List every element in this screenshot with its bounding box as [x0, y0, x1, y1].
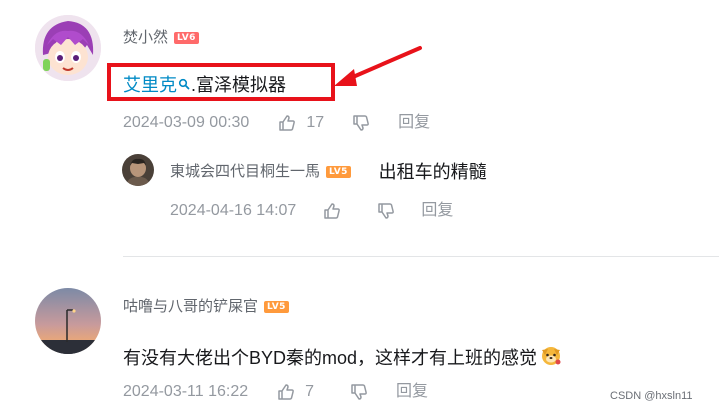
- watermark: CSDN @hxsln11: [607, 389, 696, 403]
- reply-button[interactable]: 回复: [421, 201, 453, 221]
- reply-text: 出租车的精髓: [378, 162, 487, 182]
- comment-text: 有没有大佬出个BYD秦的mod，这样才有上班的感觉: [123, 348, 538, 368]
- reply-button[interactable]: 回复: [396, 382, 428, 402]
- avatar[interactable]: [35, 15, 101, 81]
- level-badge: LV5: [326, 166, 351, 178]
- dislike-icon[interactable]: [350, 383, 368, 401]
- dislike-icon[interactable]: [377, 202, 395, 220]
- dislike-icon[interactable]: [352, 114, 370, 132]
- timestamp: 2024-03-09 00:30: [123, 114, 250, 131]
- avatar[interactable]: [35, 288, 101, 354]
- level-badge: LV6: [174, 32, 199, 44]
- username[interactable]: 咕噜与八哥的铲屎官: [123, 297, 258, 317]
- highlight-box: [107, 63, 335, 101]
- like-icon[interactable]: [323, 202, 341, 220]
- username[interactable]: 焚小然: [123, 28, 168, 48]
- like-count: 7: [305, 383, 315, 400]
- like-icon[interactable]: [277, 383, 295, 401]
- like-count: 17: [306, 114, 325, 131]
- reply-button[interactable]: 回复: [398, 113, 430, 133]
- timestamp: 2024-03-11 16:22: [123, 383, 249, 400]
- dog-emoji-icon: [539, 343, 563, 373]
- divider: [123, 256, 719, 257]
- arrow-annotation: [334, 46, 422, 86]
- level-badge: LV5: [264, 301, 289, 313]
- like-icon[interactable]: [278, 114, 296, 132]
- avatar[interactable]: [122, 154, 154, 186]
- timestamp: 2024-04-16 14:07: [170, 202, 297, 219]
- username[interactable]: 東城会四代目桐生一馬: [170, 162, 320, 182]
